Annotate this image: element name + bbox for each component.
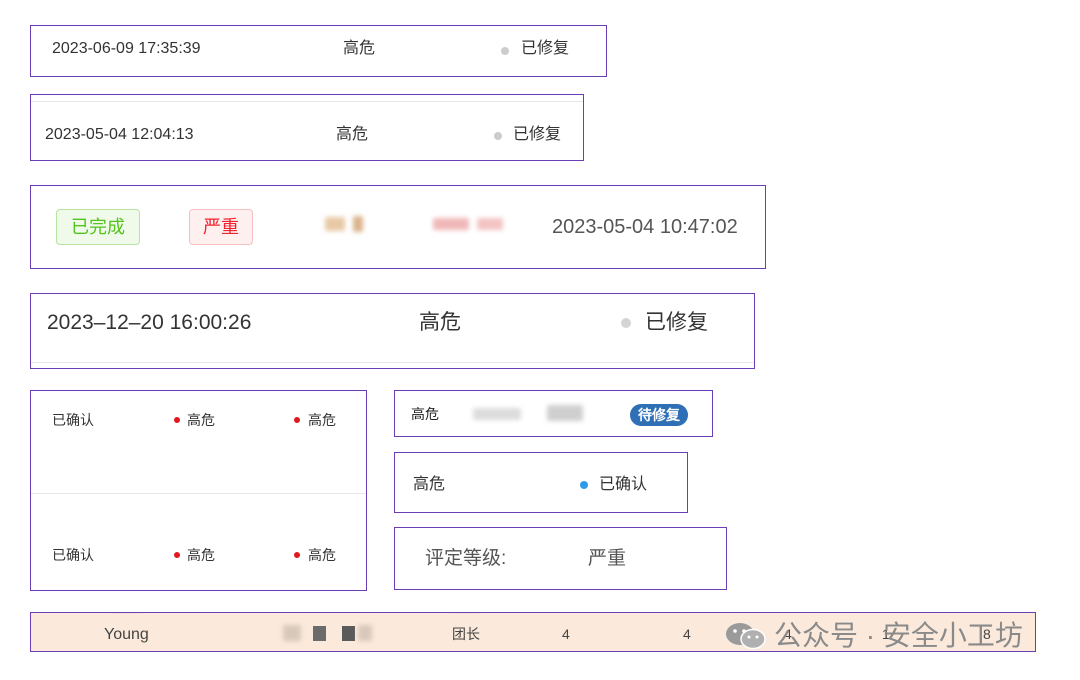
severity-dot xyxy=(174,552,180,558)
rating-value: 严重 xyxy=(588,548,627,569)
severity-label: 高危 xyxy=(336,126,369,143)
stat-value-1: 4 xyxy=(562,626,570,642)
divider xyxy=(31,101,583,102)
redacted-field xyxy=(477,218,503,230)
state-label: 已确认 xyxy=(52,412,94,428)
severity-dot xyxy=(294,417,300,423)
redacted-field xyxy=(353,216,363,232)
vuln-record-card-6: 高危 待修复 xyxy=(394,390,713,437)
severity-dot xyxy=(294,552,300,558)
divider xyxy=(31,493,366,494)
redacted-field xyxy=(358,625,372,641)
severity-label: 高危 xyxy=(411,406,439,422)
vuln-record-card-1: 2023-06-09 17:35:39 高危 已修复 xyxy=(30,25,607,77)
redacted-field xyxy=(433,218,469,230)
vuln-record-card-8: 评定等级: 严重 xyxy=(394,527,727,590)
status-pill-pending-fix: 待修复 xyxy=(630,404,688,426)
rating-label: 评定等级: xyxy=(425,548,507,569)
severity-label: 高危 xyxy=(187,412,215,428)
severity-label: 高危 xyxy=(308,412,336,428)
vuln-record-card-5: 已确认 高危 高危 已确认 高危 高危 xyxy=(30,390,367,591)
state-label: 已确认 xyxy=(52,547,94,563)
severity-dot xyxy=(174,417,180,423)
member-role: 团长 xyxy=(452,626,480,642)
severity-label: 高危 xyxy=(187,547,215,563)
redacted-field xyxy=(283,625,301,641)
vuln-record-card-4: 2023–12–20 16:00:26 高危 已修复 xyxy=(30,293,755,369)
status-label: 已修复 xyxy=(521,40,570,57)
status-dot xyxy=(621,318,631,328)
member-name: Young xyxy=(104,626,149,643)
severity-label: 高危 xyxy=(308,547,336,563)
redacted-field xyxy=(473,408,521,420)
watermark-text: 公众号 · 安全小工坊 xyxy=(774,620,1023,651)
status-dot xyxy=(501,47,509,55)
status-label: 已修复 xyxy=(645,311,708,334)
vuln-record-card-7: 高危 已确认 xyxy=(394,452,688,513)
status-tag-completed: 已完成 xyxy=(56,209,140,245)
status-dot xyxy=(580,481,588,489)
wechat-icon xyxy=(724,620,768,652)
redacted-field xyxy=(325,217,345,231)
status-label: 已确认 xyxy=(599,476,648,493)
vuln-record-card-2: 2023-05-04 12:04:13 高危 已修复 xyxy=(30,94,584,161)
datetime: 2023-05-04 10:47:02 xyxy=(552,216,738,238)
severity-tag-critical: 严重 xyxy=(189,209,253,245)
divider xyxy=(31,362,754,363)
severity-label: 高危 xyxy=(413,476,446,493)
severity-label: 高危 xyxy=(343,40,376,57)
severity-label: 高危 xyxy=(419,311,461,334)
status-label: 已修复 xyxy=(513,126,562,143)
datetime: 2023-05-04 12:04:13 xyxy=(45,126,194,143)
redacted-block xyxy=(342,626,355,641)
redacted-field xyxy=(547,405,583,421)
redacted-block xyxy=(313,626,326,641)
stat-value-2: 4 xyxy=(683,626,691,642)
datetime: 2023-06-09 17:35:39 xyxy=(52,40,201,57)
vuln-record-card-3: 已完成 严重 2023-05-04 10:47:02 xyxy=(30,185,766,269)
datetime: 2023–12–20 16:00:26 xyxy=(47,311,252,334)
status-dot xyxy=(494,132,502,140)
